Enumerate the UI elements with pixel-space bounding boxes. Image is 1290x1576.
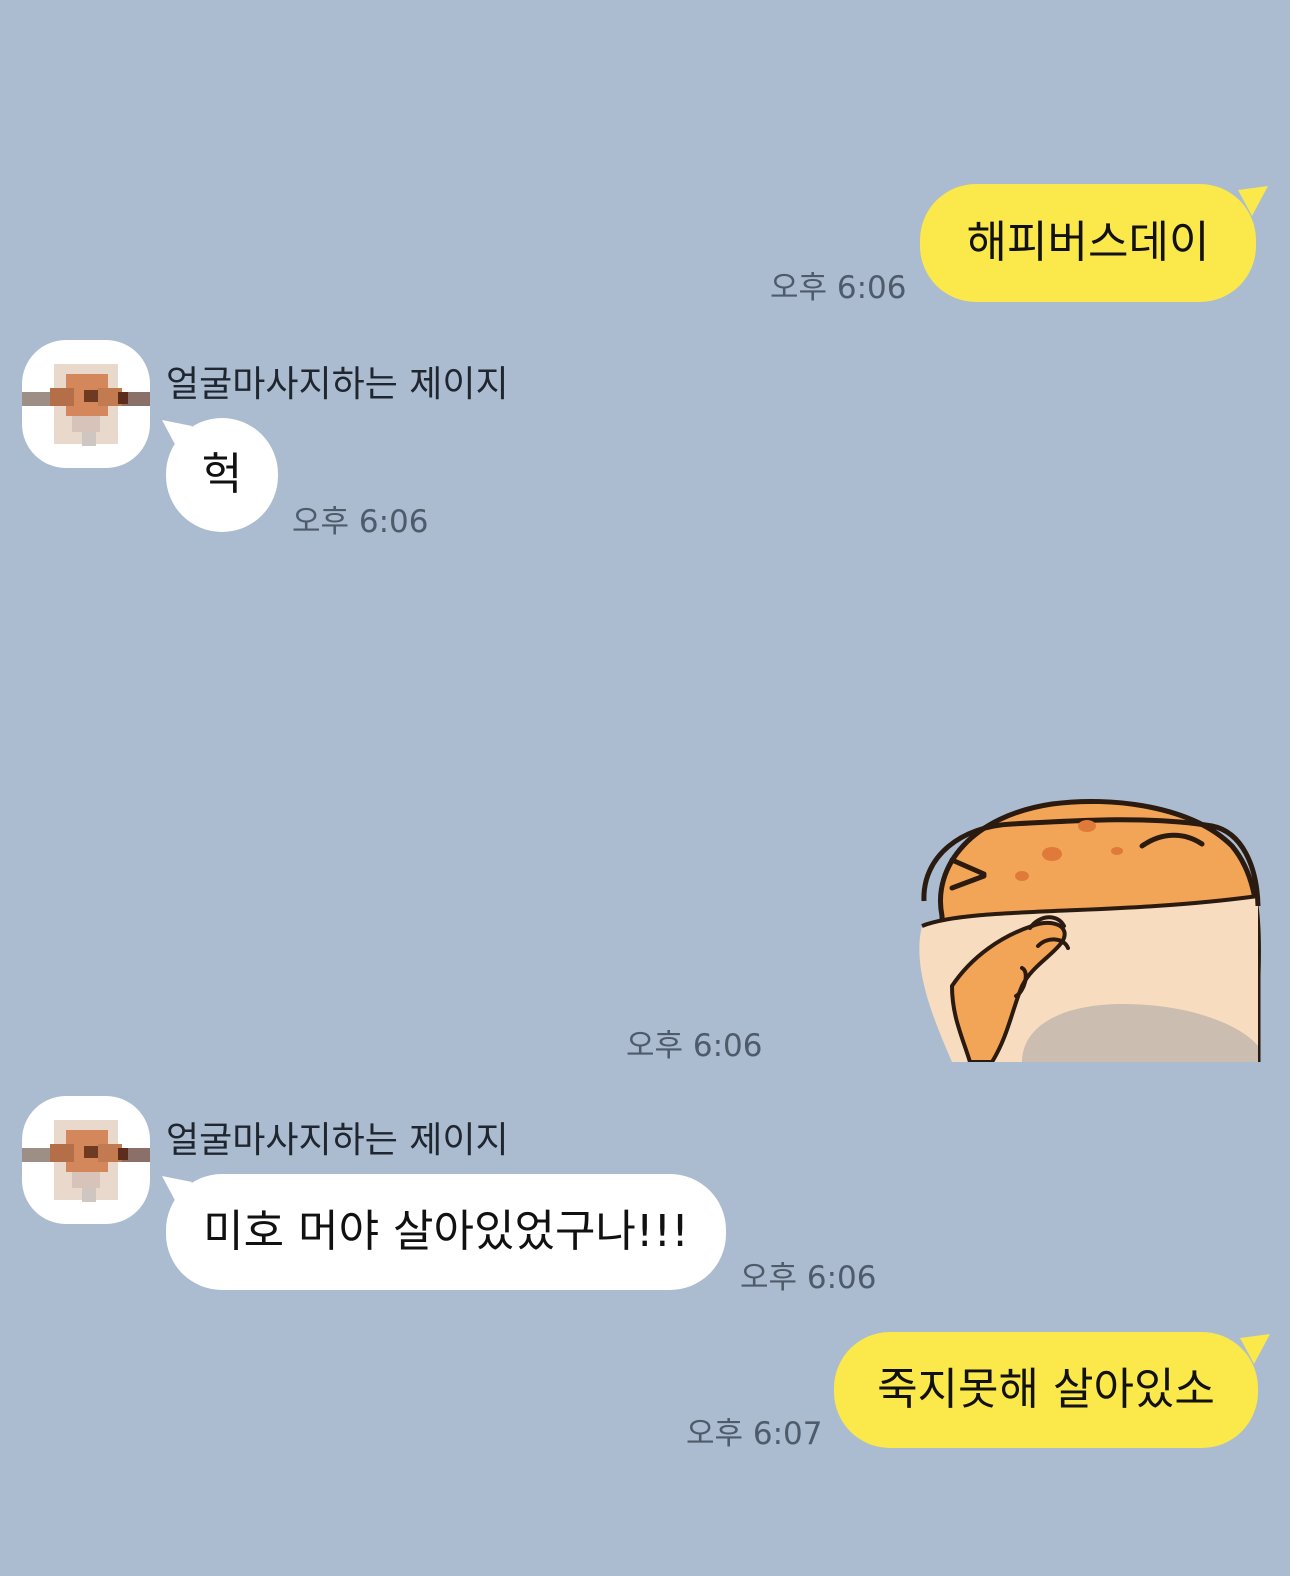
message-time: 오후 6:07 <box>686 1416 823 1452</box>
sender-name: 얼굴마사지하는 제이지 <box>166 364 509 405</box>
message-bubble[interactable]: 미호 머야 살아있었구나!!! <box>166 1174 726 1290</box>
sender-name: 얼굴마사지하는 제이지 <box>166 1120 509 1161</box>
message-bubble[interactable]: 헉 <box>166 418 278 532</box>
pixelated-avatar-icon <box>22 1120 150 1202</box>
message-time: 오후 6:06 <box>292 504 429 540</box>
message-time: 오후 6:06 <box>740 1260 877 1296</box>
avatar[interactable] <box>22 340 150 468</box>
gecko-sticker-icon[interactable] <box>912 796 1264 1062</box>
message-time: 오후 6:06 <box>626 1028 763 1064</box>
message-time: 오후 6:06 <box>770 270 907 306</box>
bubble-tail-icon <box>1238 186 1268 216</box>
pixelated-avatar-icon <box>22 364 150 446</box>
message-bubble[interactable]: 해피버스데이 <box>920 184 1256 302</box>
message-bubble[interactable]: 죽지못해 살아있소 <box>834 1332 1258 1448</box>
avatar[interactable] <box>22 1096 150 1224</box>
bubble-tail-icon <box>1240 1334 1270 1364</box>
